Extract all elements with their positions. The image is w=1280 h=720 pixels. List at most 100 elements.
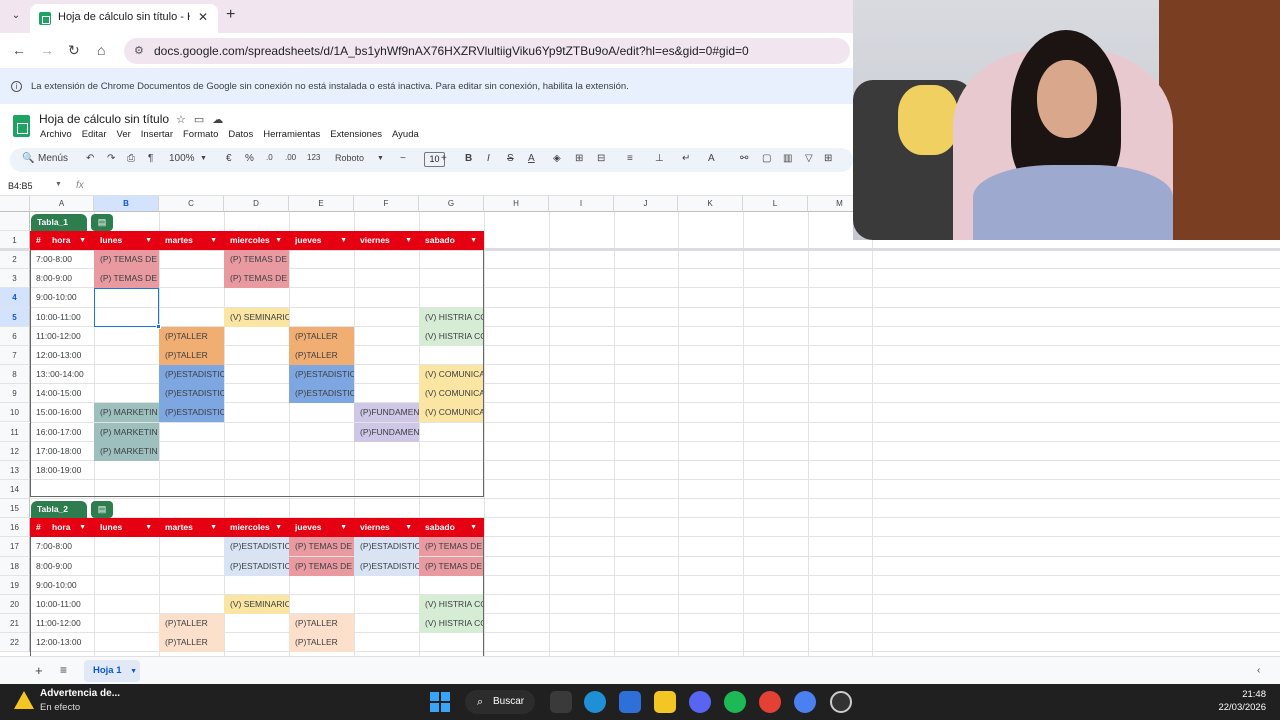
move-folder-icon[interactable]: ▭ xyxy=(194,114,212,126)
column-filter-chevron-icon[interactable]: ▼ xyxy=(210,231,217,250)
file-explorer-icon[interactable] xyxy=(654,691,676,713)
forward-arrow-icon[interactable]: → xyxy=(40,42,54,58)
row-header-21[interactable]: 21 xyxy=(0,614,30,634)
row-header-3[interactable]: 3 xyxy=(0,269,30,289)
strikethrough-icon[interactable]: S xyxy=(507,153,514,164)
column-filter-chevron-icon[interactable]: ▼ xyxy=(470,231,477,250)
warning-title[interactable]: Advertencia de... xyxy=(40,688,120,699)
number-format-button[interactable]: 123 xyxy=(307,153,320,162)
redo-icon[interactable]: ↷ xyxy=(107,153,115,164)
column-header-a[interactable]: A xyxy=(30,196,94,212)
table2-header-sabado[interactable]: sabado ▼ xyxy=(425,518,483,537)
row-header-5[interactable]: 5 xyxy=(0,307,30,327)
table2-header-miercoles[interactable]: miercoles ▼ xyxy=(230,518,288,537)
decrease-font-icon[interactable]: − xyxy=(400,153,406,164)
corner-cell[interactable] xyxy=(0,196,30,212)
tab-search-chevron-icon[interactable]: ⌄ xyxy=(6,6,26,26)
column-filter-chevron-icon[interactable]: ▼ xyxy=(470,518,477,537)
scroll-left-icon[interactable]: ‹ xyxy=(1257,665,1260,676)
row-header-17[interactable]: 17 xyxy=(0,537,30,557)
all-sheets-icon[interactable]: ≡ xyxy=(60,663,67,677)
row-header-6[interactable]: 6 xyxy=(0,326,30,346)
row-header-15[interactable]: 15 xyxy=(0,499,30,519)
borders-icon[interactable]: ⊞ xyxy=(575,153,583,164)
row-header-2[interactable]: 2 xyxy=(0,250,30,270)
column-filter-chevron-icon[interactable]: ▼ xyxy=(340,231,347,250)
table1-header-sabado[interactable]: sabado ▼ xyxy=(425,231,483,250)
column-header-j[interactable]: J xyxy=(614,196,678,212)
table1-header-hora[interactable]: hora ▼ xyxy=(52,231,92,250)
column-header-c[interactable]: C xyxy=(159,196,224,212)
table2-header-jueves[interactable]: jueves ▼ xyxy=(295,518,353,537)
menu-herramientas[interactable]: Herramientas xyxy=(263,129,320,143)
row-header-16[interactable]: 16 xyxy=(0,518,30,538)
column-filter-chevron-icon[interactable]: ▼ xyxy=(79,231,86,250)
column-filter-chevron-icon[interactable]: ▼ xyxy=(275,518,282,537)
obs-icon[interactable] xyxy=(830,691,852,713)
menu-extensiones[interactable]: Extensiones xyxy=(330,129,382,143)
menu-editar[interactable]: Editar xyxy=(82,129,107,143)
chrome-profile-icon[interactable] xyxy=(794,691,816,713)
column-header-k[interactable]: K xyxy=(678,196,743,212)
filter-views-icon[interactable]: ⊞ xyxy=(824,153,832,164)
percent-format-button[interactable]: % xyxy=(245,153,254,164)
table2-header-martes[interactable]: martes ▼ xyxy=(165,518,223,537)
spreadsheet-grid[interactable]: A B C D E F G H I J K L M 1 2 3 4 5 6 7 8 9 10 11 12 13 14 15 16 17 18… xyxy=(0,196,1280,656)
zoom-select[interactable]: 100% xyxy=(169,153,195,164)
font-chevron-icon[interactable]: ▼ xyxy=(377,155,384,162)
paint-format-icon[interactable]: ¶ xyxy=(148,153,153,164)
menu-archivo[interactable]: Archivo xyxy=(40,129,72,143)
menu-formato[interactable]: Formato xyxy=(183,129,218,143)
column-header-b[interactable]: B xyxy=(94,196,159,212)
column-header-i[interactable]: I xyxy=(549,196,614,212)
star-icon[interactable]: ☆ xyxy=(176,114,194,126)
menu-ayuda[interactable]: Ayuda xyxy=(392,129,419,143)
name-box[interactable]: B4:B5 xyxy=(8,181,33,191)
text-wrap-icon[interactable]: ↵ xyxy=(682,153,690,164)
search-menus-label[interactable]: Menús xyxy=(38,153,68,164)
discord-icon[interactable] xyxy=(689,691,711,713)
italic-icon[interactable]: I xyxy=(487,153,490,164)
row-header-13[interactable]: 13 xyxy=(0,460,30,480)
omnibox[interactable]: ⚙ docs.google.com/spreadsheets/d/1A_bs1y… xyxy=(124,38,850,64)
system-clock[interactable]: 21:48 22/03/2026 xyxy=(1206,688,1266,714)
table2-options-icon[interactable]: ▤ xyxy=(91,501,113,519)
vertical-align-icon[interactable]: ⊥ xyxy=(655,153,664,164)
row-header-9[interactable]: 9 xyxy=(0,384,30,404)
row-header-19[interactable]: 19 xyxy=(0,575,30,595)
zoom-chevron-icon[interactable]: ▼ xyxy=(200,155,207,162)
table2-name-chip[interactable]: Tabla_2 xyxy=(31,501,87,519)
text-rotation-icon[interactable]: A xyxy=(708,153,715,164)
column-header-l[interactable]: L xyxy=(743,196,808,212)
table2-header-viernes[interactable]: viernes ▼ xyxy=(360,518,418,537)
row-header-18[interactable]: 18 xyxy=(0,556,30,576)
store-icon[interactable] xyxy=(619,691,641,713)
column-filter-chevron-icon[interactable]: ▼ xyxy=(340,518,347,537)
name-box-chevron-icon[interactable]: ▼ xyxy=(55,181,62,188)
back-arrow-icon[interactable]: ← xyxy=(12,42,26,58)
row-header-10[interactable]: 10 xyxy=(0,403,30,423)
table1-header-lunes[interactable]: lunes ▼ xyxy=(100,231,158,250)
column-filter-chevron-icon[interactable]: ▼ xyxy=(79,518,86,537)
column-filter-chevron-icon[interactable]: ▼ xyxy=(275,231,282,250)
windows-start-icon[interactable] xyxy=(430,692,450,712)
table2-header-lunes[interactable]: lunes ▼ xyxy=(100,518,158,537)
document-title[interactable]: Hoja de cálculo sin título xyxy=(39,112,169,126)
bold-icon[interactable]: B xyxy=(465,153,472,164)
filter-icon[interactable]: ▽ xyxy=(805,153,813,164)
fill-color-icon[interactable]: ◈ xyxy=(553,153,561,164)
column-filter-chevron-icon[interactable]: ▼ xyxy=(145,231,152,250)
cloud-status-icon[interactable]: ☁ xyxy=(212,114,231,126)
row-header-7[interactable]: 7 xyxy=(0,345,30,366)
row-header-12[interactable]: 12 xyxy=(0,441,30,461)
table1-header-viernes[interactable]: viernes ▼ xyxy=(360,231,418,250)
row-header-11[interactable]: 11 xyxy=(0,422,30,442)
insert-comment-icon[interactable]: ▢ xyxy=(762,153,771,164)
decrease-decimal-icon[interactable]: .0 xyxy=(266,153,273,162)
taskbar-search-button[interactable]: ⌕ Buscar xyxy=(465,690,535,714)
row-header-4[interactable]: 4 xyxy=(0,288,30,308)
table2-header-hora[interactable]: hora ▼ xyxy=(52,518,92,537)
home-icon[interactable]: ⌂ xyxy=(97,42,105,58)
search-menus-icon[interactable]: 🔍 xyxy=(22,153,34,164)
sheet-tab-hoja-1[interactable]: Hoja 1 ▼ xyxy=(84,660,140,682)
